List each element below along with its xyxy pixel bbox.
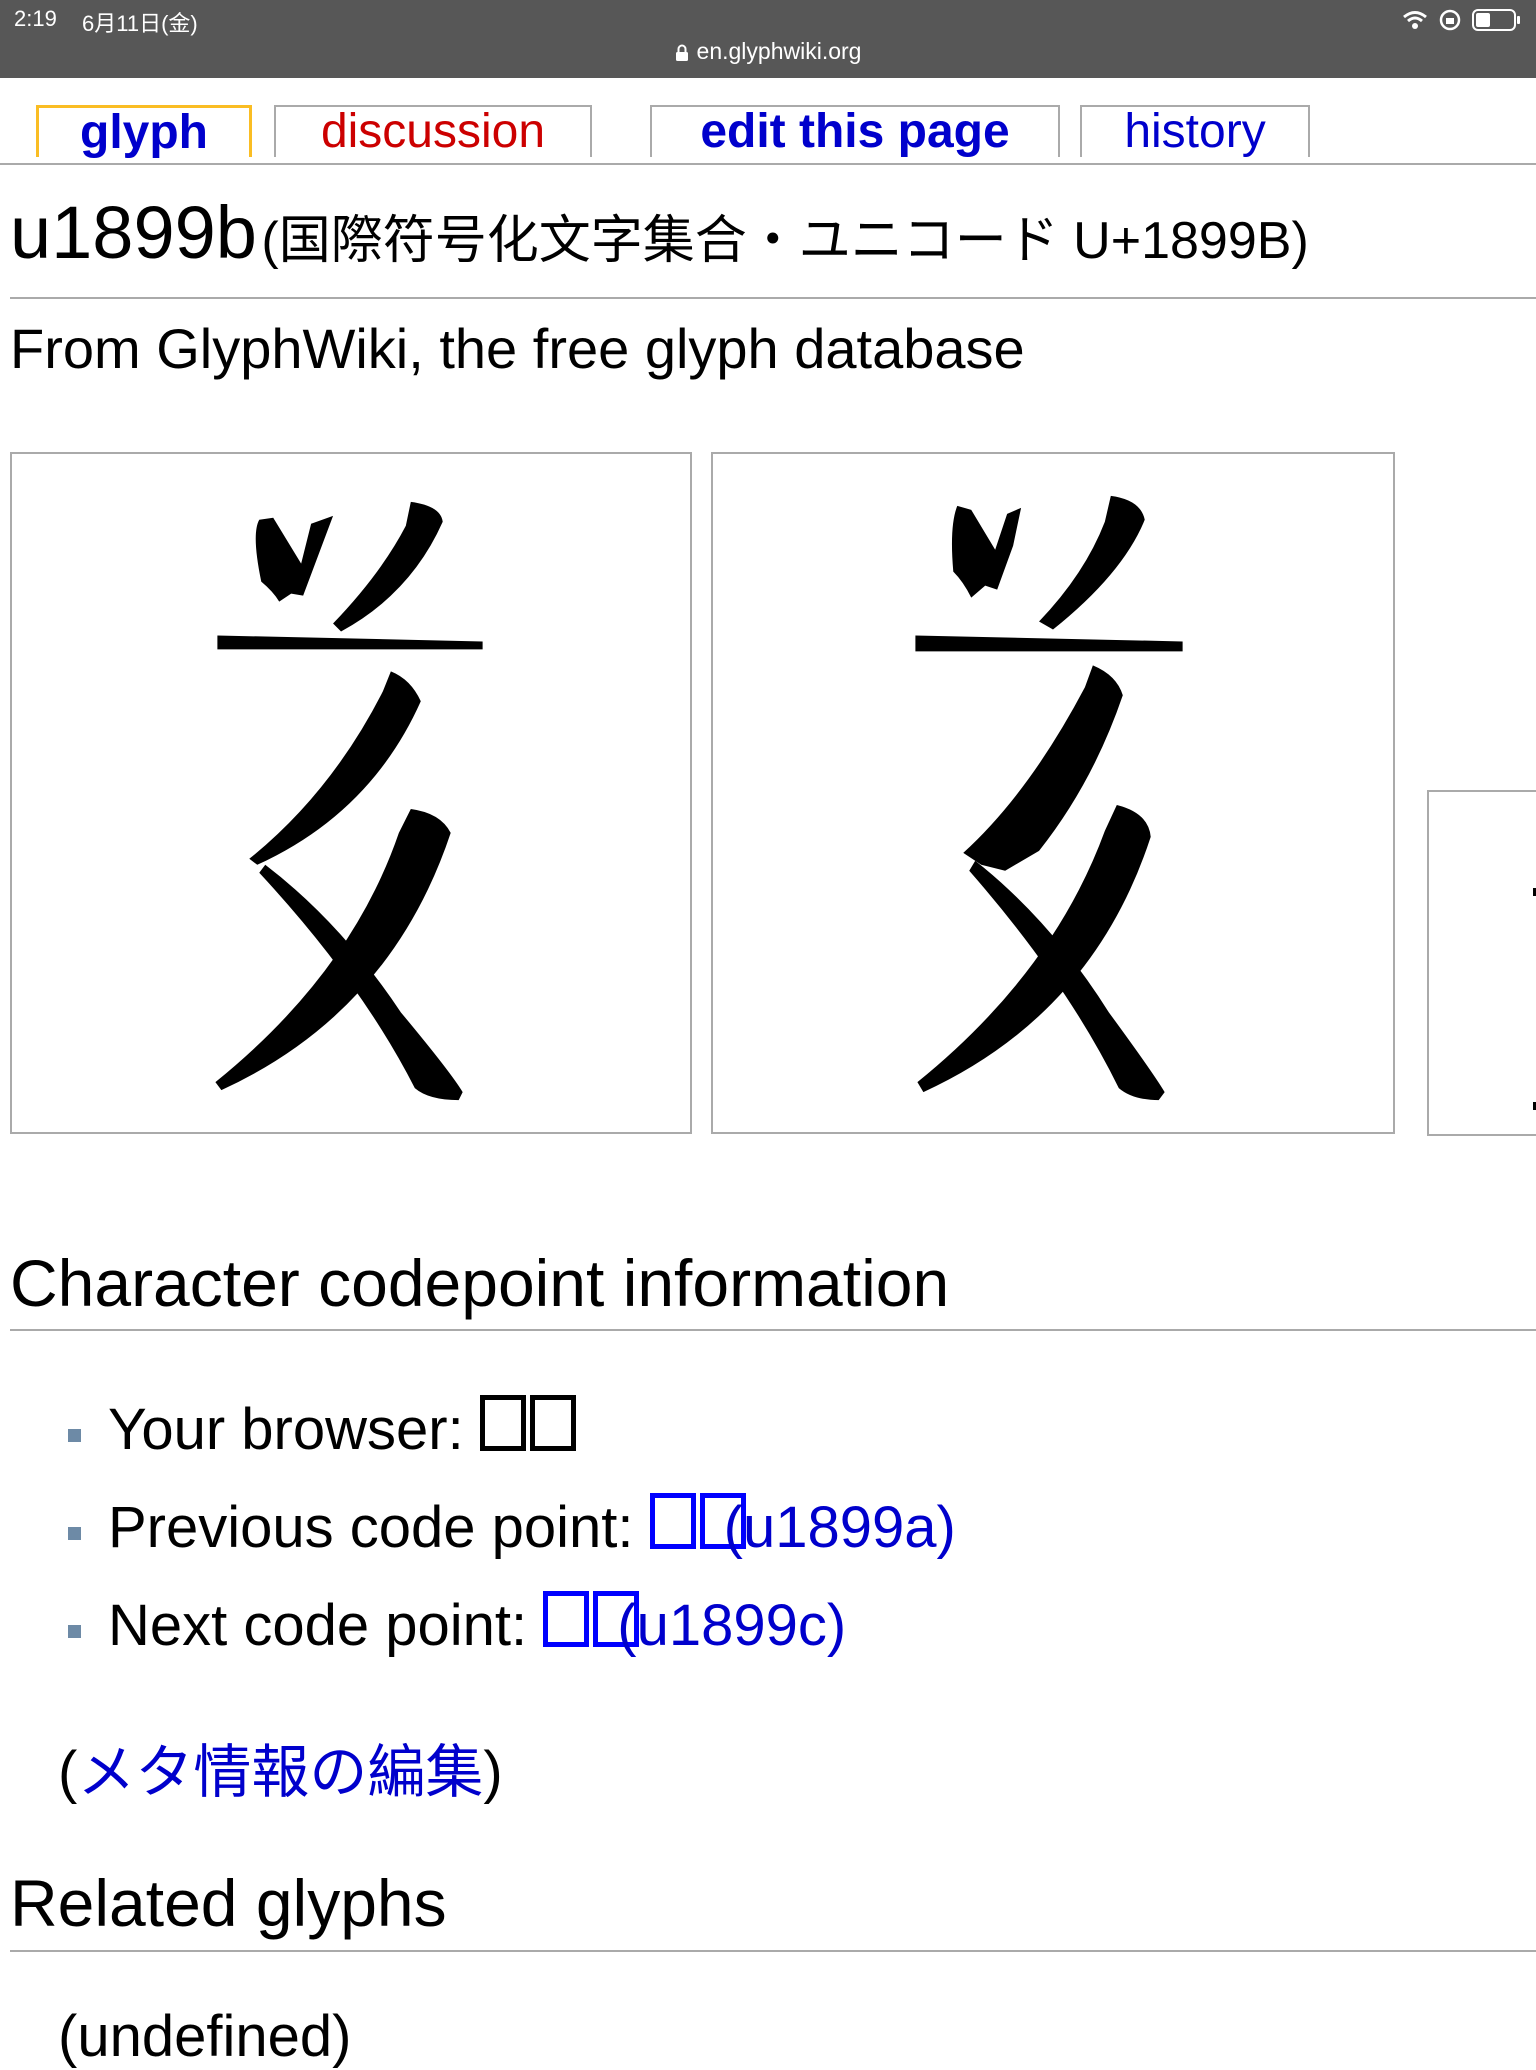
page-title: u1899b (国際符号化文字集合・ユニコード U+1899B) [10, 190, 1309, 275]
bullet-icon [68, 1429, 81, 1442]
section-divider [10, 1329, 1536, 1331]
rotation-lock-icon [1439, 9, 1461, 31]
list-item-previous: Previous code point: (u1899a) [0, 1493, 956, 1591]
missing-glyph-icon [529, 1395, 576, 1451]
meta-edit-line: (メタ情報の編集) [58, 1725, 503, 1809]
address-bar[interactable]: en.glyphwiki.org [0, 38, 1536, 65]
glyph-drawing [915, 495, 1183, 1101]
tabs-divider [0, 163, 1536, 165]
missing-glyph-icon [649, 1493, 696, 1549]
glyph-image-vector[interactable] [10, 452, 692, 1134]
glyph-drawing [215, 501, 483, 1101]
bullet-icon [68, 1527, 81, 1540]
tab-history-link[interactable]: history [1124, 105, 1265, 158]
previous-label: Previous code point: [108, 1495, 650, 1560]
missing-glyph-icon [543, 1591, 590, 1647]
meta-edit-link[interactable]: メタ情報の編集 [77, 1740, 483, 1805]
tofu-glyph [479, 1395, 580, 1462]
previous-codepoint-text: (u1899a) [723, 1495, 956, 1560]
related-glyphs-value: (undefined) [58, 2004, 352, 2069]
tab-glyph[interactable]: glyph [36, 105, 252, 159]
status-time: 2:19 [14, 6, 57, 31]
codepoint-info-list: Your browser: Previous code point: (u189… [0, 1395, 956, 1689]
next-codepoint-text: (u1899c) [617, 1593, 847, 1658]
list-item-next: Next code point: (u1899c) [0, 1591, 956, 1689]
status-icons [1402, 6, 1522, 34]
status-date: 6月11日(金) [82, 11, 198, 36]
tab-glyph-link[interactable]: glyph [80, 106, 208, 159]
next-codepoint-link[interactable]: (u1899c) [543, 1591, 847, 1658]
wifi-icon [1403, 11, 1427, 29]
missing-glyph-icon [479, 1395, 526, 1451]
section-divider [10, 1950, 1536, 1952]
site-tagline: From GlyphWiki, the free glyph database [10, 317, 1025, 380]
url-text: en.glyphwiki.org [696, 38, 862, 64]
glyph-drawing [1533, 888, 1536, 1110]
previous-codepoint-link[interactable]: (u1899a) [649, 1493, 956, 1560]
tab-discussion[interactable]: discussion [274, 105, 592, 157]
title-divider [10, 297, 1536, 299]
tab-discussion-link[interactable]: discussion [321, 105, 545, 158]
tab-edit-this-page[interactable]: edit this page [650, 105, 1060, 157]
glyph-image-bitmap[interactable] [711, 452, 1395, 1134]
list-item-your-browser: Your browser: [0, 1395, 956, 1493]
page-title-subtitle: (国際符号化文字集合・ユニコード U+1899B) [261, 212, 1309, 270]
codepoint-section-heading: Character codepoint information [10, 1246, 950, 1320]
bullet-icon [68, 1625, 81, 1638]
lock-icon [675, 44, 688, 61]
tab-edit-link[interactable]: edit this page [700, 105, 1009, 158]
glyph-image-partial[interactable] [1427, 790, 1536, 1136]
battery-icon [1472, 9, 1520, 31]
meta-open-paren: ( [58, 1740, 78, 1805]
tab-history[interactable]: history [1080, 105, 1310, 157]
meta-close-paren: ) [483, 1740, 503, 1805]
next-label: Next code point: [108, 1593, 544, 1658]
page-title-code: u1899b [10, 191, 257, 274]
related-section-heading: Related glyphs [10, 1866, 447, 1940]
browser-top-bar: 2:19 6月11日(金) en.glyphwiki.org [0, 0, 1536, 78]
browser-label: Your browser: [108, 1397, 480, 1462]
